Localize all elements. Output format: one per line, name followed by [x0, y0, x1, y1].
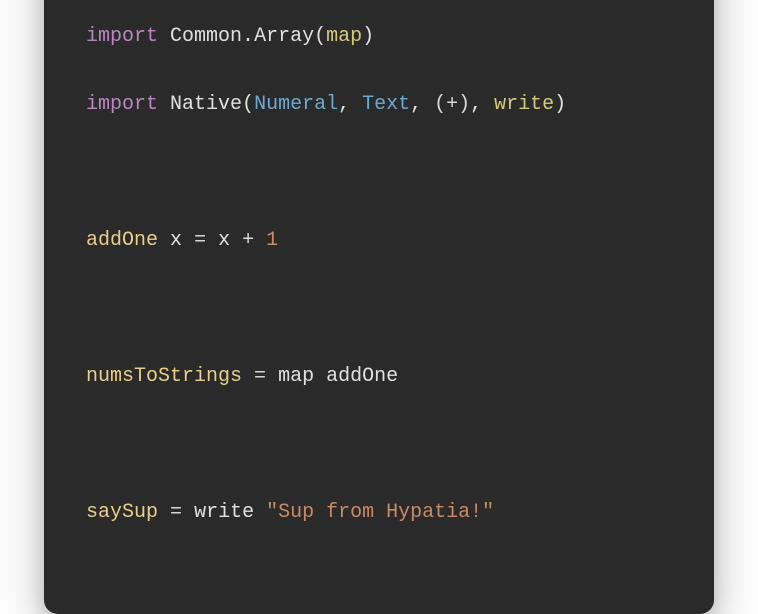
def-numstostrings: numsToStrings [86, 365, 242, 388]
code-line-5: addOne x = x + 1 [86, 224, 672, 258]
var-x: x [218, 229, 230, 252]
fn-write: write [494, 93, 554, 116]
def-saysup: saySup [86, 501, 158, 524]
call-addone: addOne [326, 365, 398, 388]
call-map: map [278, 365, 314, 388]
code-line-3: import Native(Numeral, Text, (+), write) [86, 88, 672, 122]
code-line-7: numsToStrings = map addOne [86, 360, 672, 394]
blank-line [86, 156, 672, 190]
number-literal: 1 [266, 229, 278, 252]
keyword-import: import [86, 93, 158, 116]
fn-map: map [326, 25, 362, 48]
module-common: Common [170, 25, 242, 48]
blank-line [86, 428, 672, 462]
module-array: Array [254, 25, 314, 48]
keyword-import: import [86, 25, 158, 48]
blank-line [86, 292, 672, 326]
code-block: -- Hypatia code import Common.Array(map)… [44, 0, 714, 614]
type-numeral: Numeral [254, 93, 338, 116]
arg-x: x [170, 229, 182, 252]
string-literal: "Sup from Hypatia!" [266, 501, 494, 524]
call-write: write [194, 501, 254, 524]
operator-plus: (+) [434, 93, 470, 116]
code-line-9: saySup = write "Sup from Hypatia!" [86, 496, 672, 530]
def-addone: addOne [86, 229, 158, 252]
code-line-2: import Common.Array(map) [86, 20, 672, 54]
type-text: Text [362, 93, 410, 116]
module-native: Native [170, 93, 242, 116]
